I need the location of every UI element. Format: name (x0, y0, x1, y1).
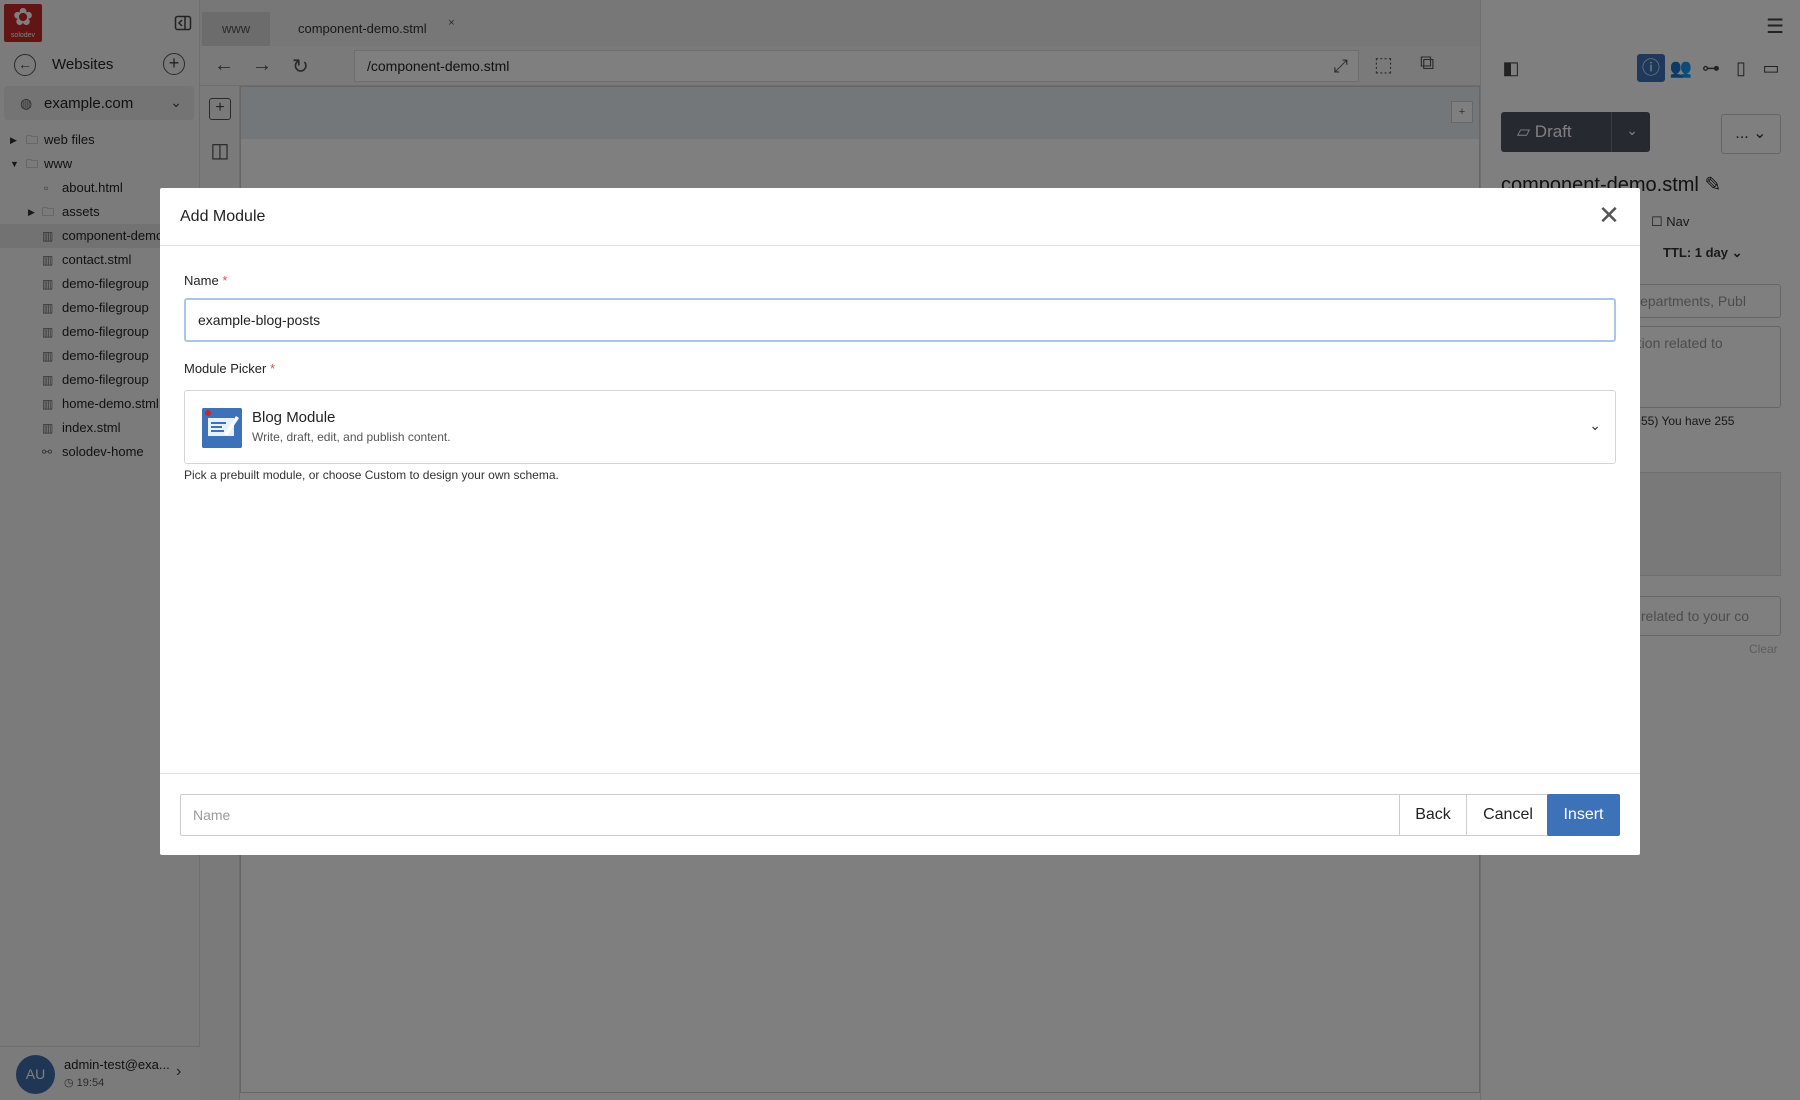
insert-button[interactable]: Insert (1547, 794, 1620, 836)
name-label: Name * (184, 273, 227, 288)
required-marker: * (270, 361, 276, 376)
add-module-dialog: Add Module ✕ Name * Module Picker * Blog… (160, 188, 1640, 855)
module-description: Write, draft, edit, and publish content. (252, 430, 451, 444)
modal-header: Add Module ✕ (160, 188, 1640, 246)
module-picker-label-text: Module Picker (184, 361, 267, 376)
blog-module-icon (202, 408, 242, 448)
module-picker-select[interactable]: Blog Module Write, draft, edit, and publ… (184, 390, 1616, 464)
required-marker: * (222, 273, 228, 288)
module-name: Blog Module (252, 409, 336, 426)
modal-footer: Back Cancel Insert (160, 773, 1640, 855)
name-label-text: Name (184, 273, 219, 288)
chevron-down-icon[interactable]: ⌄ (1589, 417, 1601, 434)
back-button[interactable]: Back (1399, 794, 1467, 836)
close-icon[interactable]: ✕ (1594, 201, 1624, 231)
modal-title: Add Module (180, 208, 266, 225)
footer-name-input[interactable] (180, 794, 1400, 836)
cancel-button[interactable]: Cancel (1466, 794, 1550, 836)
module-picker-label: Module Picker * (184, 361, 275, 376)
module-picker-help: Pick a prebuilt module, or choose Custom… (184, 468, 559, 482)
module-name-input[interactable] (184, 298, 1616, 342)
